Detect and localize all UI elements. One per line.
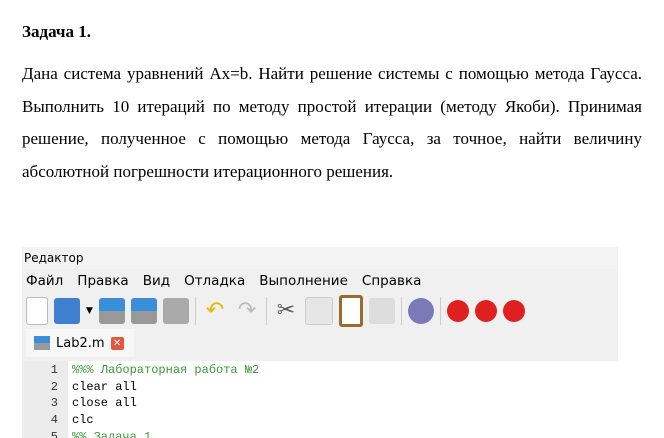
toolbar-separator — [265, 297, 267, 325]
code-line: 2 clear all — [50, 379, 137, 394]
task-title: Задача 1. — [22, 22, 91, 41]
file-icon — [34, 336, 50, 350]
menu-debug[interactable]: Отладка — [184, 269, 245, 293]
menu-file[interactable]: Файл — [26, 269, 63, 293]
print-icon[interactable] — [162, 298, 189, 324]
open-dropdown-icon[interactable]: ▼ — [86, 306, 93, 316]
close-tab-icon[interactable]: ✕ — [110, 336, 124, 350]
toolbar-separator — [439, 297, 441, 325]
toolbar-separator — [194, 297, 196, 325]
code-line: 3 close all — [50, 396, 137, 411]
next-breakpoint-icon[interactable] — [502, 300, 525, 322]
tab-lab2[interactable]: Lab2.m ✕ — [26, 329, 134, 357]
breakpoint-icon[interactable] — [446, 300, 469, 322]
code-line: 4 clc — [50, 413, 94, 428]
open-folder-icon[interactable] — [54, 298, 80, 324]
task-description: Дана система уравнений Ax=b. Найти решен… — [22, 64, 642, 181]
run-icon[interactable] — [407, 298, 434, 324]
undo-icon[interactable]: ↶ — [202, 298, 228, 324]
paste-icon[interactable] — [338, 295, 363, 327]
menu-help[interactable]: Справка — [362, 269, 421, 293]
code-line: 5%% Задача 1 — [50, 429, 152, 438]
find-replace-icon[interactable] — [368, 298, 395, 324]
save-icon[interactable] — [98, 298, 125, 324]
code-line: 1%%% Лабораторная работа №2 — [50, 363, 260, 377]
menu-edit[interactable]: Правка — [77, 269, 128, 293]
code-editor[interactable]: 1%%% Лабораторная работа №2 2 clear all 3… — [22, 361, 618, 438]
toolbar-separator — [400, 297, 402, 325]
menu-bar: Файл Правка Вид Отладка Выполнение Справ… — [22, 269, 618, 293]
new-file-icon[interactable] — [26, 297, 48, 325]
toolbar: ▼ ↶ ↷ ✂ — [22, 293, 618, 329]
menu-view[interactable]: Вид — [143, 269, 170, 293]
tab-label: Lab2.m — [56, 335, 105, 351]
copy-icon[interactable] — [304, 297, 333, 325]
menu-run[interactable]: Выполнение — [259, 269, 348, 293]
redo-icon[interactable]: ↷ — [234, 298, 260, 324]
prev-breakpoint-icon[interactable] — [474, 300, 497, 322]
save-as-icon[interactable] — [130, 298, 157, 324]
editor-title: Редактор — [22, 247, 618, 269]
editor-window: Редактор Файл Правка Вид Отладка Выполне… — [22, 247, 618, 438]
cut-icon[interactable]: ✂ — [273, 298, 299, 324]
